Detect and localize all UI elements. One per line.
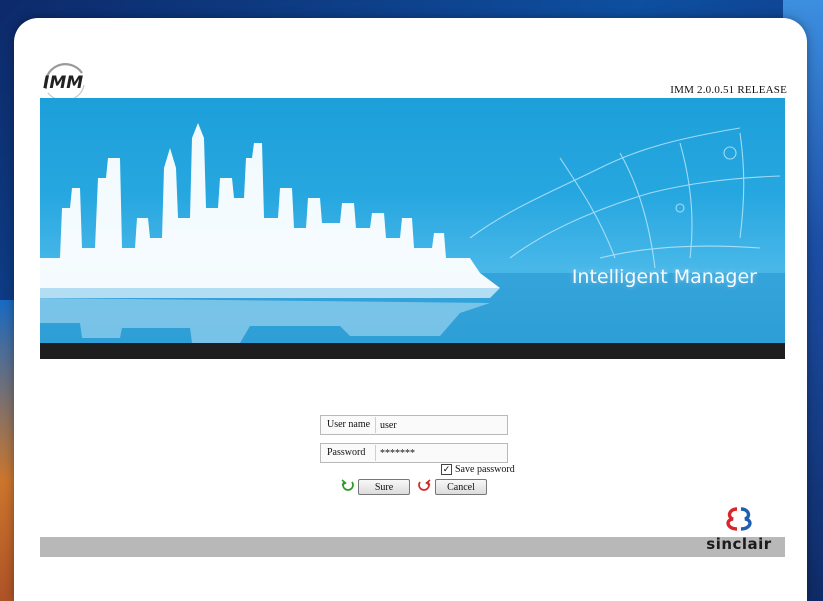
- footer-bar: [40, 537, 785, 557]
- login-window: IMM IMM 2.0.0.51 RELEASE Intelligent Man…: [14, 18, 807, 601]
- password-input[interactable]: *******: [376, 448, 507, 459]
- confirm-arrow-icon: [341, 479, 354, 491]
- sinclair-brand: sinclair: [693, 507, 785, 557]
- username-field[interactable]: User name user: [320, 415, 508, 435]
- cancel-arrow-icon: [418, 479, 431, 491]
- sure-button[interactable]: Sure: [358, 479, 410, 495]
- login-form: User name user Password ******* ✓ Save p…: [14, 18, 807, 601]
- username-input[interactable]: user: [376, 420, 507, 431]
- sinclair-logo-icon: [726, 507, 752, 531]
- cancel-button[interactable]: Cancel: [435, 479, 487, 495]
- password-field[interactable]: Password *******: [320, 443, 508, 463]
- brand-name: sinclair: [706, 535, 772, 553]
- save-password-option[interactable]: ✓ Save password: [441, 464, 515, 475]
- username-label: User name: [321, 417, 376, 433]
- save-password-label: Save password: [455, 464, 515, 475]
- save-password-checkbox[interactable]: ✓: [441, 464, 452, 475]
- password-label: Password: [321, 445, 376, 461]
